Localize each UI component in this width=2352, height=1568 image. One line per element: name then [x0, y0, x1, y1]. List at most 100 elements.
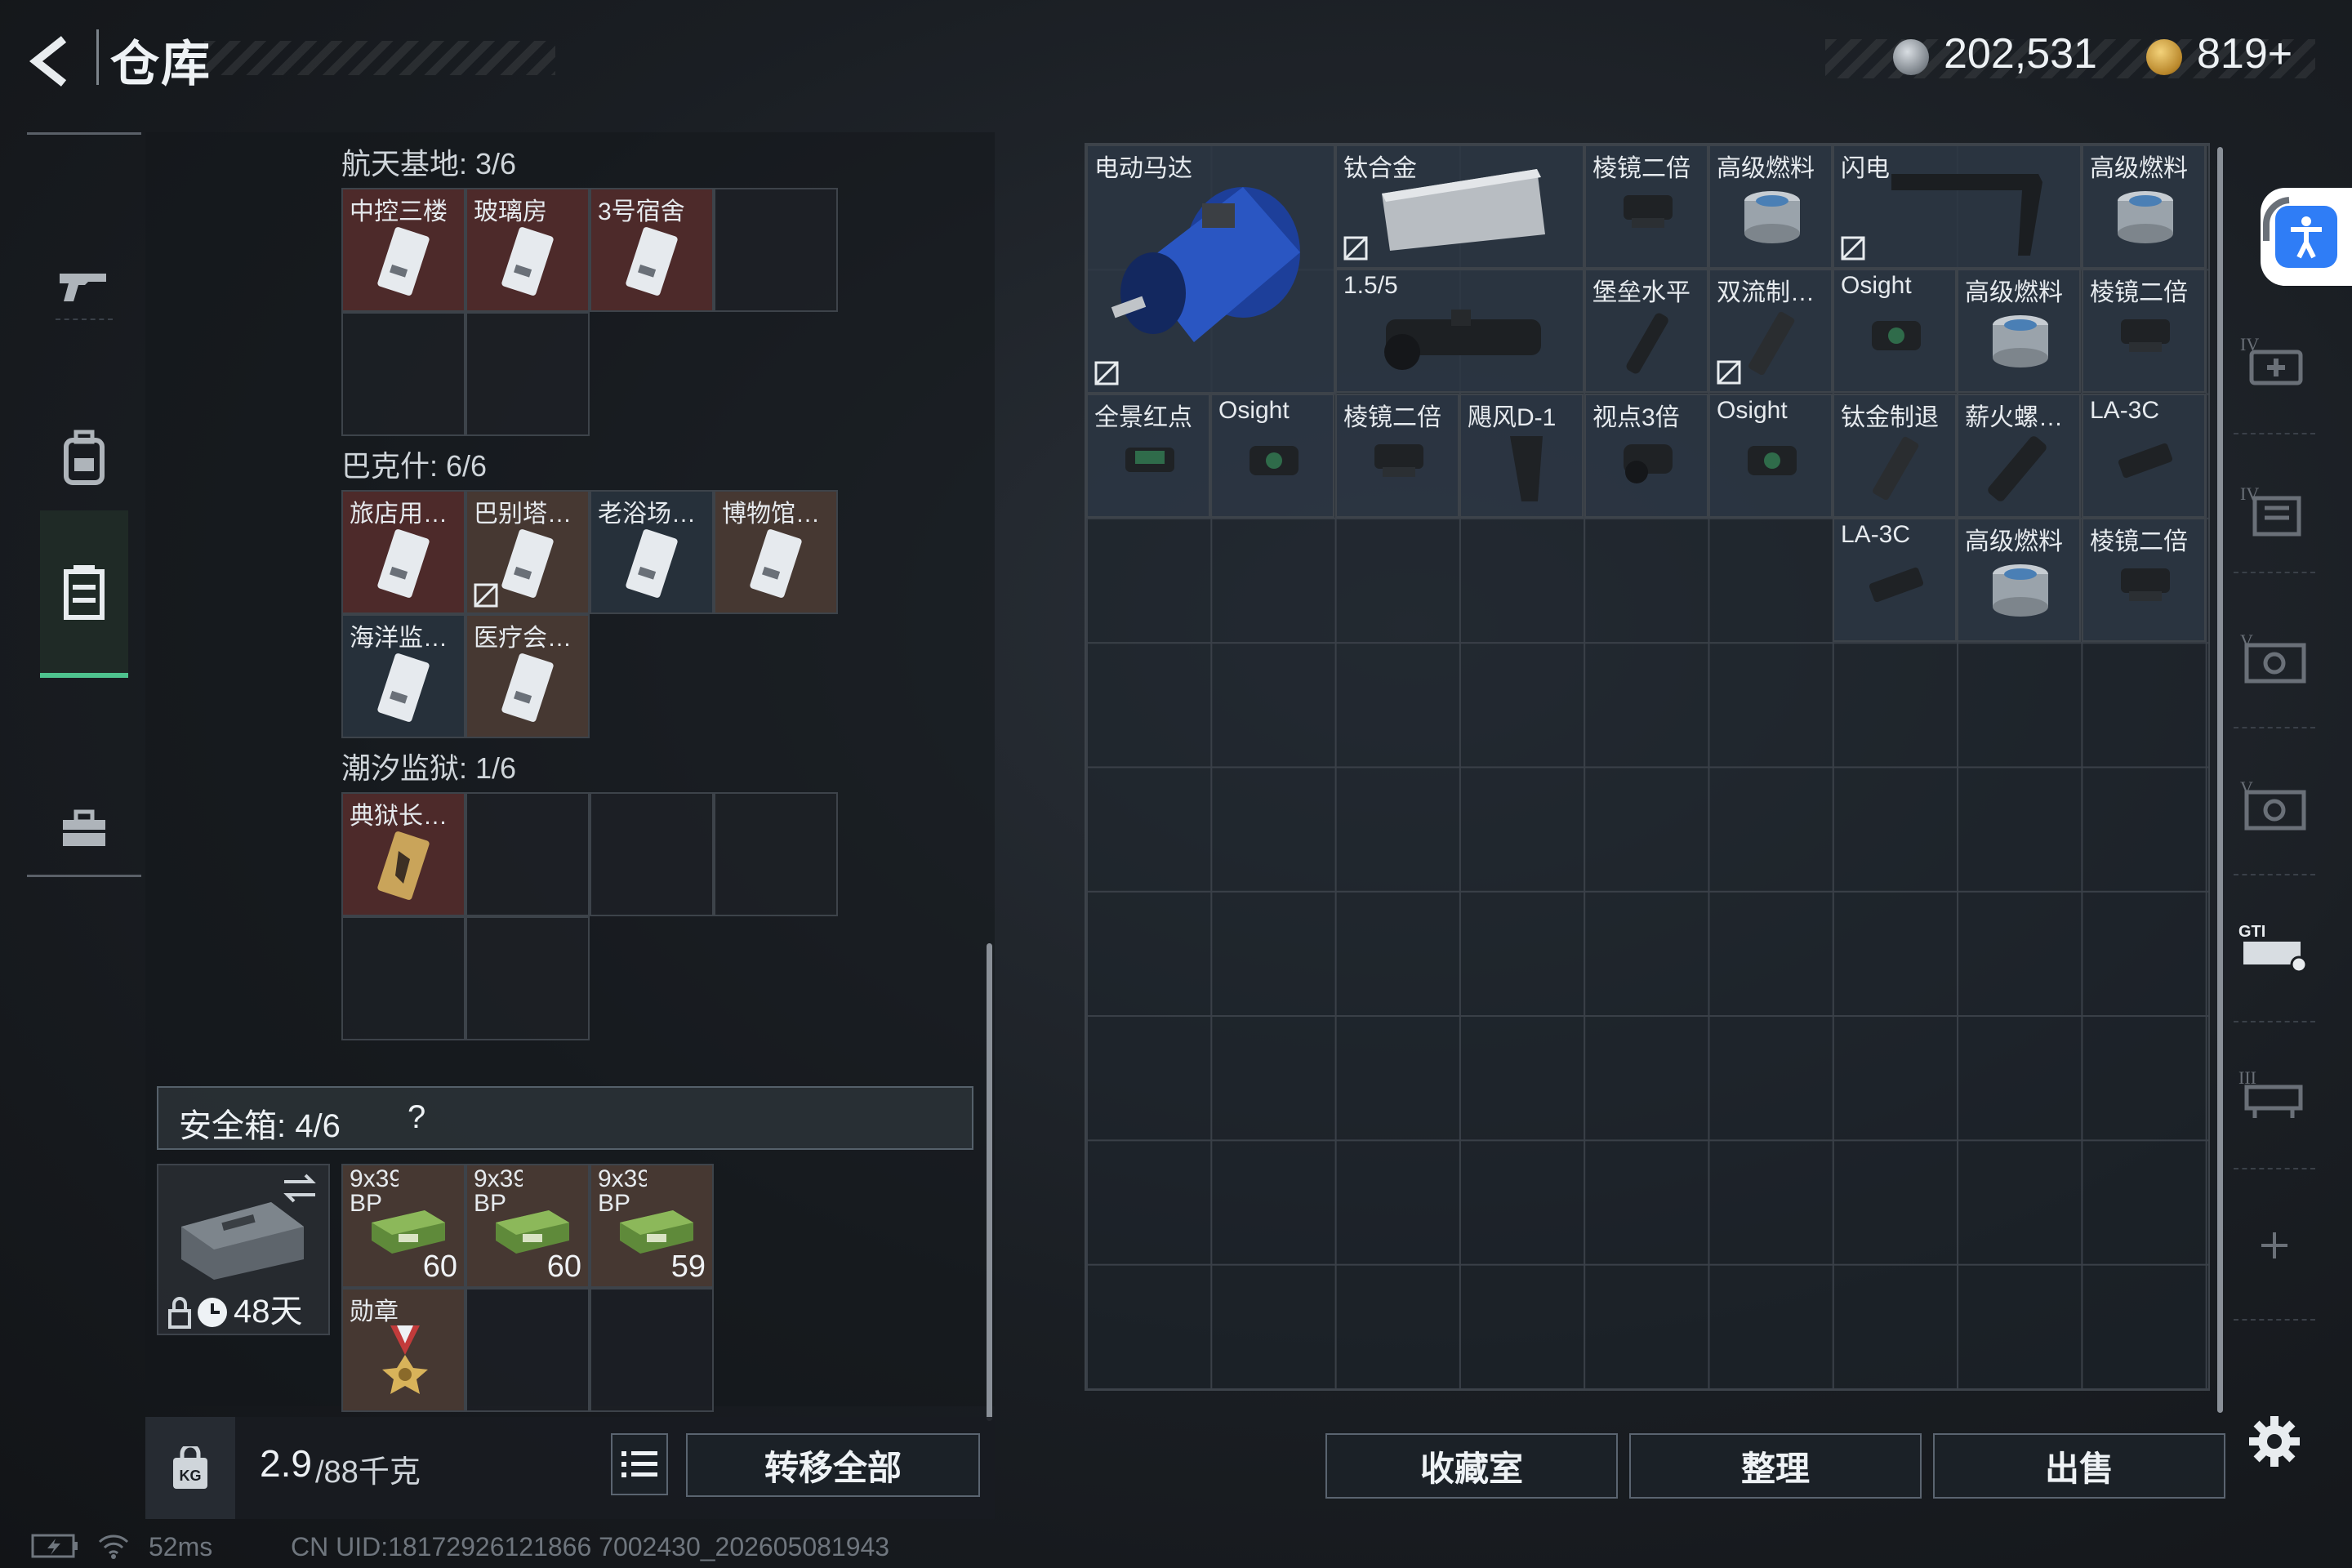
empty-slot[interactable]	[466, 916, 590, 1040]
list-item[interactable]: 海洋监…	[341, 614, 466, 738]
grid-item[interactable]: 1.5/5	[1335, 269, 1584, 393]
ammo-slot[interactable]: 9x39 BP 59	[590, 1164, 714, 1288]
list-icon	[621, 1451, 657, 1477]
back-button[interactable]	[24, 33, 82, 90]
keycard-icon	[626, 227, 678, 296]
grid-item[interactable]: 全景红点	[1086, 394, 1210, 518]
empty-slot[interactable]	[590, 1288, 714, 1412]
grid-item[interactable]: 视点3倍	[1584, 394, 1708, 518]
sell-button[interactable]: 出售	[1933, 1433, 2225, 1499]
grid-item[interactable]: 电动马达	[1086, 145, 1335, 394]
right-scrollbar[interactable]	[2217, 147, 2223, 1413]
empty-slot[interactable]	[714, 792, 838, 916]
list-item[interactable]: 中控三楼	[341, 188, 466, 312]
list-item[interactable]: 典狱长…	[341, 792, 466, 916]
grid-item[interactable]: 棱镜二倍	[1335, 394, 1459, 518]
keycard-icon	[750, 529, 802, 598]
medal-slot[interactable]: 勋章	[341, 1288, 466, 1412]
empty-slot[interactable]	[466, 312, 590, 436]
list-item[interactable]: 旅店用…	[341, 490, 466, 614]
grid-item[interactable]: Osight	[1708, 394, 1833, 518]
ammo-box-icon	[620, 1210, 693, 1254]
grid-item[interactable]: 高级燃料	[1957, 518, 2081, 642]
silver-coin-icon	[1893, 39, 1929, 75]
organize-button[interactable]: 整理	[1629, 1433, 1922, 1499]
scope-icon	[2121, 568, 2170, 601]
side-tier5-container[interactable]: V	[2238, 621, 2311, 694]
list-item[interactable]: 巴别塔…	[466, 490, 590, 614]
gold-coin-icon	[2146, 39, 2182, 75]
empty-slot[interactable]	[466, 792, 590, 916]
svg-text:GTI: GTI	[2238, 923, 2265, 941]
red-dot-sight-icon	[1748, 446, 1797, 475]
gear-icon	[2249, 1416, 2300, 1467]
scope-icon	[1374, 444, 1423, 477]
list-item[interactable]: 医疗会…	[466, 614, 590, 738]
keycard-icon	[501, 227, 554, 296]
nav-toolbox[interactable]	[27, 772, 141, 886]
container-tier5-icon: V	[2240, 630, 2306, 684]
currency-gold[interactable]: 819+	[2197, 29, 2292, 78]
svg-text:III: III	[2238, 1067, 2256, 1088]
side-tier4-medkit[interactable]: IV	[2238, 323, 2311, 396]
side-tier5b-container[interactable]: V	[2238, 768, 2311, 841]
list-item[interactable]: 3号宿舍	[590, 188, 714, 312]
ammo-slot[interactable]: 9x39 BP 60	[466, 1164, 590, 1288]
grid-item[interactable]: 钛金制退	[1833, 394, 1957, 518]
empty-slot[interactable]	[590, 792, 714, 916]
side-gti[interactable]: GTI	[2238, 911, 2311, 984]
list-view-button[interactable]	[611, 1433, 668, 1495]
help-button[interactable]: ?	[408, 1099, 425, 1136]
grid-item[interactable]: 闪电	[1833, 145, 2082, 269]
ammo-box-icon	[496, 1210, 569, 1254]
side-tier4-armor[interactable]: IV	[2238, 474, 2311, 547]
laser-module-icon	[1869, 567, 1924, 603]
grid-item[interactable]: 钛合金	[1335, 145, 1584, 269]
toolbox-icon	[63, 809, 105, 846]
grid-item[interactable]: 高级燃料	[1708, 145, 1833, 269]
backpack-icon	[64, 430, 105, 485]
ammo-slot[interactable]: 9x39 BP 60	[341, 1164, 466, 1288]
grid-item[interactable]: Osight	[1210, 394, 1334, 518]
grid-item[interactable]: 高级燃料	[2082, 145, 2206, 269]
svg-text:KG: KG	[180, 1468, 202, 1484]
stock-icon	[1891, 174, 2042, 256]
grid-item[interactable]: Osight	[1833, 269, 1957, 393]
grid-item[interactable]: 双流制…	[1708, 269, 1833, 393]
grid-item[interactable]: 棱镜二倍	[2082, 518, 2206, 642]
grid-item[interactable]: LA-3C	[2082, 394, 2206, 518]
list-item[interactable]: 玻璃房	[466, 188, 590, 312]
settings-button[interactable]	[2238, 1405, 2311, 1478]
grid-item[interactable]: 堡垒水平	[1584, 269, 1708, 393]
empty-slot[interactable]	[714, 188, 838, 312]
transfer-all-button[interactable]: 转移全部	[686, 1433, 980, 1497]
nav-weapons[interactable]	[27, 212, 141, 359]
list-item[interactable]: 老浴场…	[590, 490, 714, 614]
medal-icon	[382, 1325, 428, 1394]
grid-item[interactable]: 飓风D-1	[1459, 394, 1584, 518]
left-scrollbar[interactable]	[987, 943, 992, 1421]
keycard-icon	[377, 227, 430, 296]
swap-icon[interactable]	[281, 1172, 318, 1205]
no-trade-icon	[1841, 236, 1865, 261]
collection-room-button[interactable]: 收藏室	[1325, 1433, 1618, 1499]
grid-item[interactable]: 棱镜二倍	[1584, 145, 1708, 269]
safe-time-left: 48天	[234, 1294, 303, 1330]
nav-backpack[interactable]	[27, 400, 141, 514]
side-add-button[interactable]	[2238, 1209, 2311, 1282]
no-trade-icon	[1343, 236, 1368, 261]
grid-item[interactable]: 棱镜二倍	[2082, 269, 2206, 393]
nav-storage[interactable]	[40, 510, 128, 678]
grid-item[interactable]: 薪火螺…	[1957, 394, 2081, 518]
safe-box-title: 安全箱: 4/6	[179, 1108, 341, 1144]
grid-item[interactable]: LA-3C	[1833, 518, 1957, 642]
safe-box[interactable]: 48天	[157, 1164, 330, 1335]
side-helmet[interactable]	[2238, 184, 2311, 257]
empty-slot[interactable]	[466, 1288, 590, 1412]
empty-slot[interactable]	[341, 916, 466, 1040]
side-tier3-rig[interactable]: III	[2238, 1058, 2311, 1131]
grid-item[interactable]: 高级燃料	[1957, 269, 2081, 393]
empty-slot[interactable]	[341, 312, 466, 436]
list-item[interactable]: 博物馆…	[714, 490, 838, 614]
section-title-aerospace: 航天基地: 3/6	[341, 147, 517, 180]
